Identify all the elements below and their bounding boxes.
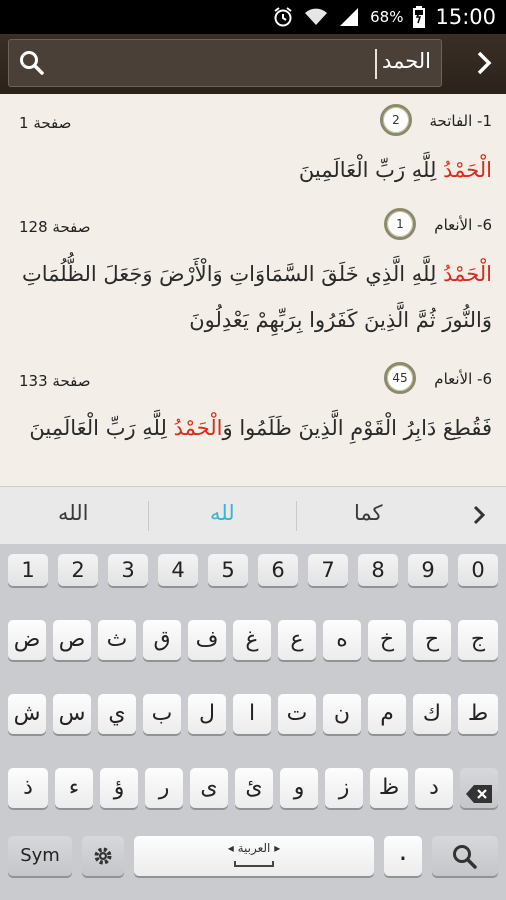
key-alif-maqsura[interactable]: ى	[190, 768, 228, 808]
verse-text: الْحَمْدُ لِلَّهِ الَّذِي خَلَقَ السَّمَ…	[21, 262, 492, 332]
space-key[interactable]: ◂ العربية ▸	[134, 836, 374, 876]
verse-text: فَقُطِعَ دَابِرُ الْقَوْمِ الَّذِينَ ظَل…	[29, 416, 492, 440]
result-item[interactable]: 1- الفاتحة 2 صفحة 1 الْحَمْدُ لِلَّهِ رَ…	[0, 94, 506, 198]
text-cursor	[375, 49, 377, 79]
key-zah[interactable]: ظ	[370, 768, 408, 808]
key-dad[interactable]: ض	[8, 620, 46, 660]
key-fa[interactable]: ف	[188, 620, 226, 660]
sura-name: 1- الفاتحة	[429, 112, 492, 130]
ayah-number-badge: 2	[380, 104, 412, 136]
page-number: صفحة 128	[19, 218, 91, 236]
status-bar: 68% 15:00	[0, 0, 506, 34]
backspace-key[interactable]	[460, 768, 498, 808]
keyboard: 1 2 3 4 5 6 7 8 9 0 ض ص ث ق ف غ ع ه خ ح …	[0, 544, 506, 900]
key-tha[interactable]: ث	[98, 620, 136, 660]
key-0[interactable]: 0	[458, 554, 498, 586]
key-ba[interactable]: ب	[143, 694, 181, 734]
key-8[interactable]: 8	[358, 554, 398, 586]
key-ya-hamza[interactable]: ئ	[235, 768, 273, 808]
key-shin[interactable]: ش	[8, 694, 46, 734]
key-sad[interactable]: ص	[53, 620, 91, 660]
key-dhal[interactable]: ذ	[8, 768, 48, 808]
key-zay[interactable]: ز	[325, 768, 363, 808]
key-1[interactable]: 1	[8, 554, 48, 586]
result-item[interactable]: 6- الأنعام 1 صفحة 128 الْحَمْدُ لِلَّهِ …	[0, 198, 506, 352]
page-number: صفحة 133	[19, 372, 91, 390]
key-waw-hamza[interactable]: ؤ	[100, 768, 138, 808]
page-number: صفحة 1	[19, 114, 72, 132]
key-2[interactable]: 2	[58, 554, 98, 586]
suggestion-middle[interactable]: لله	[210, 501, 235, 525]
back-chevron-icon[interactable]	[476, 50, 492, 80]
key-nun[interactable]: ن	[323, 694, 361, 734]
search-icon[interactable]	[19, 50, 45, 80]
alarm-icon	[272, 6, 294, 28]
sura-name: 6- الأنعام	[434, 216, 492, 234]
result-item[interactable]: 6- الأنعام 45 صفحة 133 فَقُطِعَ دَابِرُ …	[0, 352, 506, 472]
search-icon	[452, 844, 478, 874]
key-ha[interactable]: ه	[323, 620, 361, 660]
suggestion-right[interactable]: كما	[354, 501, 383, 525]
battery-percent: 68%	[370, 8, 404, 26]
settings-key[interactable]	[82, 836, 124, 876]
key-hha[interactable]: ح	[413, 620, 451, 660]
key-jim[interactable]: ج	[458, 620, 498, 660]
battery-icon	[413, 6, 426, 28]
key-6[interactable]: 6	[258, 554, 298, 586]
ayah-number-badge: 45	[384, 362, 416, 394]
ayah-number-badge: 1	[384, 208, 416, 240]
results-list: 1- الفاتحة 2 صفحة 1 الْحَمْدُ لِلَّهِ رَ…	[0, 94, 506, 486]
key-3[interactable]: 3	[108, 554, 148, 586]
sym-key[interactable]: Sym	[8, 836, 72, 876]
suggestion-strip: الله لله كما	[0, 486, 506, 544]
period-key[interactable]: .	[384, 836, 422, 876]
sura-name: 6- الأنعام	[434, 370, 492, 388]
key-waw[interactable]: و	[280, 768, 318, 808]
key-dal[interactable]: د	[415, 768, 453, 808]
space-bar-icon	[234, 861, 274, 867]
key-ta[interactable]: ت	[278, 694, 316, 734]
key-9[interactable]: 9	[408, 554, 448, 586]
key-tah[interactable]: ط	[458, 694, 498, 734]
backspace-icon	[465, 778, 493, 818]
key-sin[interactable]: س	[53, 694, 91, 734]
search-input[interactable]: الحمد	[8, 39, 442, 87]
key-5[interactable]: 5	[208, 554, 248, 586]
key-ain[interactable]: ع	[278, 620, 316, 660]
signal-icon	[338, 7, 360, 27]
key-ra[interactable]: ر	[145, 768, 183, 808]
verse-text: الْحَمْدُ لِلَّهِ رَبِّ الْعَالَمِينَ	[298, 158, 492, 182]
suggestion-left[interactable]: الله	[58, 501, 88, 525]
search-query: الحمد	[382, 49, 431, 73]
space-language-label: ◂ العربية ▸	[227, 841, 281, 855]
key-7[interactable]: 7	[308, 554, 348, 586]
clock: 15:00	[435, 5, 496, 29]
key-mim[interactable]: م	[368, 694, 406, 734]
gear-icon	[91, 844, 115, 872]
key-lam[interactable]: ل	[188, 694, 226, 734]
key-hamza[interactable]: ء	[55, 768, 93, 808]
key-ya[interactable]: ي	[98, 694, 136, 734]
key-alif[interactable]: ا	[233, 694, 271, 734]
more-suggestions-chevron-icon[interactable]	[472, 504, 486, 530]
search-toolbar: الحمد	[0, 34, 506, 94]
search-key[interactable]	[432, 836, 498, 876]
key-kha[interactable]: خ	[368, 620, 406, 660]
key-kaf[interactable]: ك	[413, 694, 451, 734]
key-4[interactable]: 4	[158, 554, 198, 586]
key-qaf[interactable]: ق	[143, 620, 181, 660]
key-ghain[interactable]: غ	[233, 620, 271, 660]
wifi-icon	[304, 7, 328, 27]
